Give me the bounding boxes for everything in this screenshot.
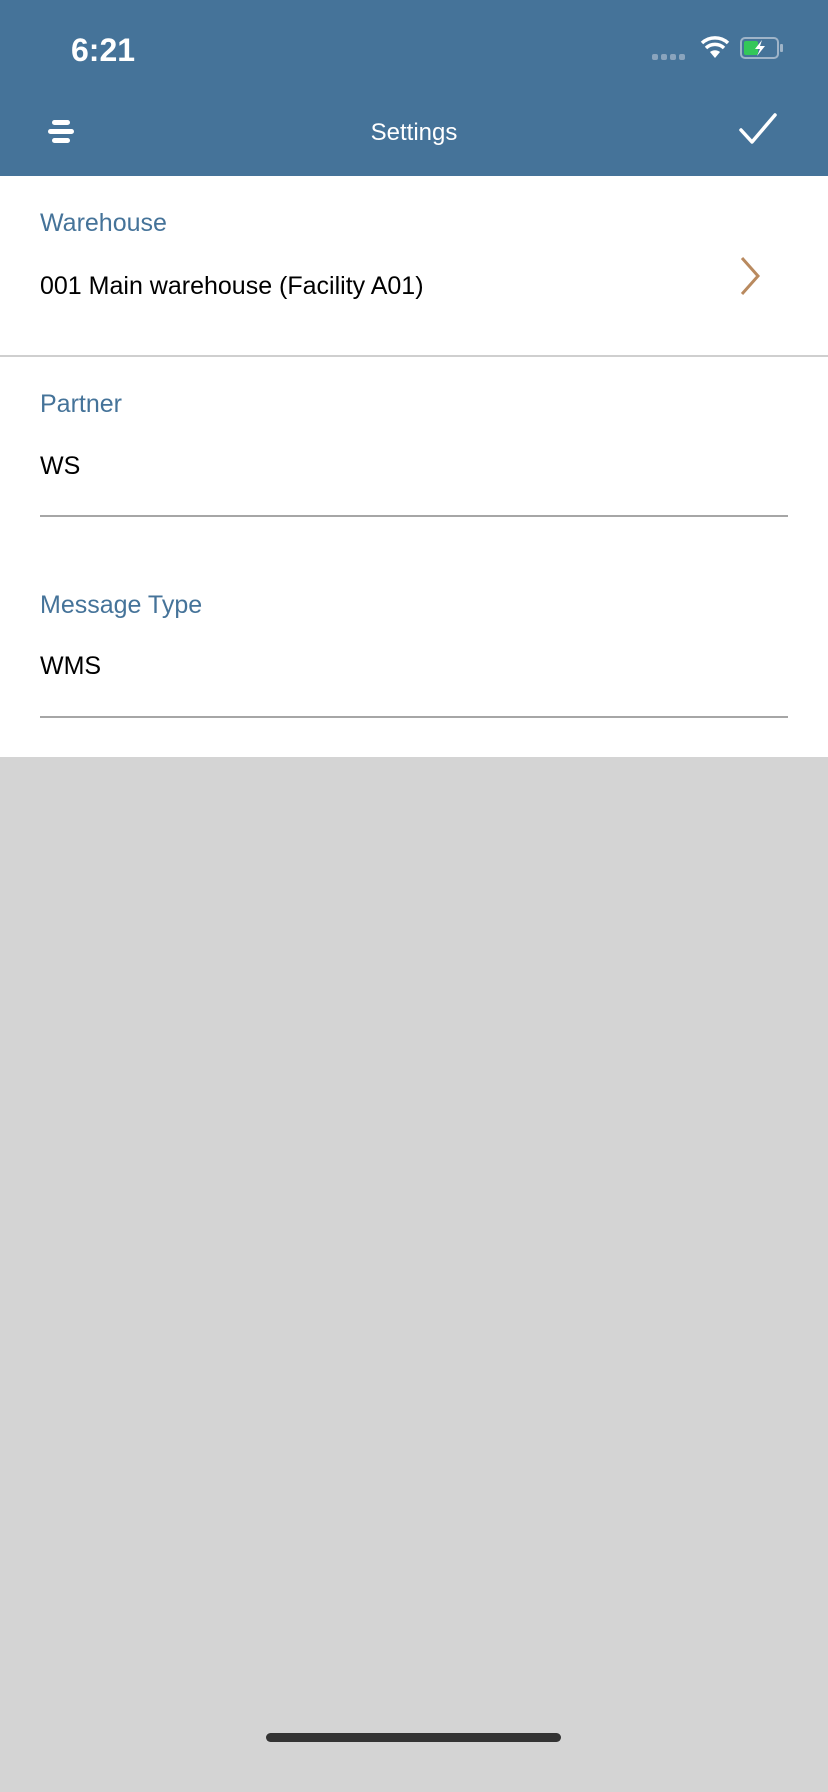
divider — [0, 355, 828, 357]
warehouse-value: 001 Main warehouse (Facility A01) — [40, 272, 424, 300]
settings-form: Warehouse 001 Main warehouse (Facility A… — [0, 176, 828, 757]
warehouse-label: Warehouse — [40, 209, 167, 237]
partner-underline — [40, 515, 788, 517]
page-title: Settings — [370, 119, 458, 146]
signal-icon — [652, 54, 685, 60]
confirm-button[interactable] — [738, 112, 778, 151]
home-indicator[interactable] — [266, 1733, 561, 1742]
partner-input[interactable]: WS — [40, 452, 80, 481]
message-type-underline — [40, 716, 788, 718]
nav-header: 6:21 Settings — [0, 0, 828, 176]
message-type-input[interactable]: WMS — [40, 652, 101, 681]
status-time: 6:21 — [71, 32, 136, 68]
message-type-label: Message Type — [40, 591, 203, 619]
partner-label: Partner — [40, 390, 122, 418]
battery-icon — [740, 37, 783, 59]
chevron-right-icon[interactable] — [738, 256, 762, 296]
wifi-icon — [700, 36, 730, 58]
checkmark-icon — [739, 113, 777, 144]
